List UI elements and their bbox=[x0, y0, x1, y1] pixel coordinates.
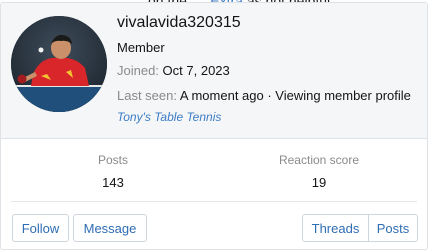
threads-button[interactable]: Threads bbox=[302, 214, 369, 242]
joined-info: Joined: Oct 7, 2023 bbox=[117, 63, 230, 78]
stat-reaction-score: Reaction score 19 bbox=[249, 153, 389, 190]
signature-link[interactable]: Tony's Table Tennis bbox=[117, 110, 221, 124]
avatar-photo bbox=[11, 16, 107, 112]
member-card-header: vivalavida320315 Member Joined: Oct 7, 2… bbox=[1, 3, 427, 139]
last-seen-info: Last seen: A moment ago · Viewing member… bbox=[117, 88, 411, 103]
last-seen-label: Last seen: bbox=[117, 88, 177, 103]
joined-date: Oct 7, 2023 bbox=[162, 63, 230, 78]
user-role: Member bbox=[117, 40, 165, 55]
member-tooltip-card: vivalavida320315 Member Joined: Oct 7, 2… bbox=[0, 2, 428, 250]
stat-posts: Posts 143 bbox=[63, 153, 163, 190]
avatar[interactable] bbox=[11, 16, 107, 112]
username[interactable]: vivalavida320315 bbox=[117, 14, 241, 32]
follow-button[interactable]: Follow bbox=[12, 214, 69, 242]
reaction-score-value: 19 bbox=[311, 175, 327, 190]
posts-label: Posts bbox=[97, 153, 128, 167]
posts-button[interactable]: Posts bbox=[368, 214, 418, 242]
posts-count: 143 bbox=[102, 175, 124, 190]
joined-label: Joined: bbox=[117, 63, 159, 78]
divider bbox=[11, 201, 417, 202]
message-button[interactable]: Message bbox=[73, 214, 147, 242]
last-seen-value: A moment ago · Viewing member profile bbox=[179, 88, 411, 103]
reaction-score-label: Reaction score bbox=[278, 153, 360, 167]
